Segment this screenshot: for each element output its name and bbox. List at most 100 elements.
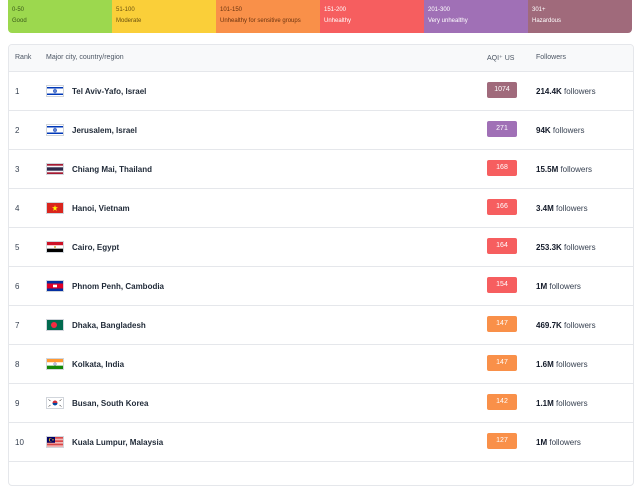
city-ranking-table: Rank Major city, country/region AQI⁺ US …	[8, 44, 634, 486]
followers-number: 1.6M	[536, 360, 554, 369]
followers-number: 253.3K	[536, 243, 562, 252]
followers-number: 469.7K	[536, 321, 562, 330]
aqi-badge: 142	[487, 394, 517, 410]
aqi-badge: 147	[487, 355, 517, 371]
rank-cell: 4	[15, 204, 20, 213]
rank-cell: 5	[15, 243, 20, 252]
table-row[interactable]: 2 Jerusalem, Israel 271 94K followers	[9, 111, 633, 150]
followers-count: 94K followers	[536, 126, 584, 135]
legend-hazardous: 301+ Hazardous	[528, 0, 632, 33]
city-link[interactable]: Busan, South Korea	[72, 399, 148, 408]
followers-suffix: followers	[561, 243, 596, 252]
legend-range: 101-150	[220, 7, 243, 13]
table-row[interactable]: 5 Cairo, Egypt 164 253.3K followers	[9, 228, 633, 267]
legend-label: Unhealthy for sensitive groups	[220, 18, 301, 24]
city-link[interactable]: Phnom Penh, Cambodia	[72, 282, 164, 291]
city-link[interactable]: Kolkata, India	[72, 360, 124, 369]
legend-label: Hazardous	[532, 18, 562, 24]
followers-suffix: followers	[553, 360, 588, 369]
aqi-badge: 127	[487, 433, 517, 449]
followers-suffix: followers	[558, 165, 593, 174]
city-link[interactable]: Jerusalem, Israel	[72, 126, 137, 135]
followers-suffix: followers	[547, 282, 581, 291]
city-header[interactable]: Major city, country/region	[46, 54, 124, 61]
city-link[interactable]: Chiang Mai, Thailand	[72, 165, 152, 174]
followers-suffix: followers	[553, 399, 588, 408]
followers-suffix: followers	[553, 204, 588, 213]
city-link[interactable]: Cairo, Egypt	[72, 243, 119, 252]
followers-count: 1.6M followers	[536, 360, 588, 369]
table-header: Rank Major city, country/region AQI⁺ US …	[9, 45, 633, 72]
followers-number: 94K	[536, 126, 551, 135]
followers-suffix: followers	[561, 321, 596, 330]
followers-count: 253.3K followers	[536, 243, 596, 252]
table-row[interactable]: 9 Busan, South Korea 142 1.1M followers	[9, 384, 633, 423]
followers-number: 214.4K	[536, 87, 562, 96]
aqi-badge: 147	[487, 316, 517, 332]
followers-count: 214.4K followers	[536, 87, 596, 96]
legend-good: 0-50 Good	[8, 0, 112, 33]
legend-range: 0-50	[12, 7, 25, 13]
table-row[interactable]: 1 Tel Aviv-Yafo, Israel 1074 214.4K foll…	[9, 72, 633, 111]
israel-flag-icon	[46, 85, 64, 97]
malaysia-flag-icon	[46, 436, 64, 448]
city-link[interactable]: Dhaka, Bangladesh	[72, 321, 146, 330]
followers-suffix: followers	[561, 87, 596, 96]
table-row[interactable]: 10 Kuala Lumpur, Malaysia 127 1M followe…	[9, 423, 633, 462]
city-link[interactable]: Kuala Lumpur, Malaysia	[72, 438, 163, 447]
cambodia-flag-icon	[46, 280, 64, 292]
rank-cell: 2	[15, 126, 20, 135]
egypt-flag-icon	[46, 241, 64, 253]
table-row[interactable]: 8 Kolkata, India 147 1.6M followers	[9, 345, 633, 384]
followers-number: 15.5M	[536, 165, 559, 174]
legend-label: Unhealthy	[324, 18, 352, 24]
followers-suffix: followers	[550, 126, 585, 135]
legend-range: 301+	[532, 7, 546, 13]
rank-cell: 1	[15, 87, 20, 96]
israel-flag-icon	[46, 124, 64, 136]
bangladesh-flag-icon	[46, 319, 64, 331]
legend-unhealthy: 151-200 Unhealthy	[320, 0, 424, 33]
followers-count: 1.1M followers	[536, 399, 588, 408]
followers-count: 1M followers	[536, 282, 581, 291]
followers-count: 469.7K followers	[536, 321, 596, 330]
legend-range: 201-300	[428, 7, 451, 13]
aqi-badge: 271	[487, 121, 517, 137]
rank-cell: 10	[15, 438, 24, 447]
table-row[interactable]: 3 Chiang Mai, Thailand 168 15.5M followe…	[9, 150, 633, 189]
south-korea-flag-icon	[46, 397, 64, 409]
legend-very-unhealthy: 201-300 Very unhealthy	[424, 0, 528, 33]
followers-header[interactable]: Followers	[536, 54, 566, 61]
city-link[interactable]: Tel Aviv-Yafo, Israel	[72, 87, 146, 96]
legend-range: 151-200	[324, 7, 347, 13]
followers-count: 15.5M followers	[536, 165, 592, 174]
rank-cell: 7	[15, 321, 20, 330]
table-row[interactable]: 6 Phnom Penh, Cambodia 154 1M followers	[9, 267, 633, 306]
legend-moderate: 51-100 Moderate	[112, 0, 216, 33]
rank-header[interactable]: Rank	[15, 54, 31, 61]
table-row[interactable]: 7 Dhaka, Bangladesh 147 469.7K followers	[9, 306, 633, 345]
followers-count: 3.4M followers	[536, 204, 588, 213]
aqi-badge: 164	[487, 238, 517, 254]
followers-count: 1M followers	[536, 438, 581, 447]
aqi-badge: 154	[487, 277, 517, 293]
rank-cell: 6	[15, 282, 20, 291]
legend-sensitive: 101-150 Unhealthy for sensitive groups	[216, 0, 320, 33]
city-link[interactable]: Hanoi, Vietnam	[72, 204, 130, 213]
followers-number: 1.1M	[536, 399, 554, 408]
legend-label: Moderate	[116, 18, 142, 24]
legend-label: Good	[12, 18, 27, 24]
legend-range: 51-100	[116, 7, 135, 13]
rank-cell: 3	[15, 165, 20, 174]
aqi-badge: 166	[487, 199, 517, 215]
table-row[interactable]: 4 Hanoi, Vietnam 166 3.4M followers	[9, 189, 633, 228]
rank-cell: 9	[15, 399, 20, 408]
followers-number: 3.4M	[536, 204, 554, 213]
followers-suffix: followers	[547, 438, 581, 447]
followers-number: 1M	[536, 438, 548, 447]
legend-label: Very unhealthy	[428, 18, 468, 24]
aqi-legend-bar: 0-50 Good 51-100 Moderate 101-150 Unhealthy…	[8, 0, 632, 33]
aqi-header[interactable]: AQI⁺ US	[487, 54, 514, 62]
vietnam-flag-icon	[46, 202, 64, 214]
thailand-flag-icon	[46, 163, 64, 175]
